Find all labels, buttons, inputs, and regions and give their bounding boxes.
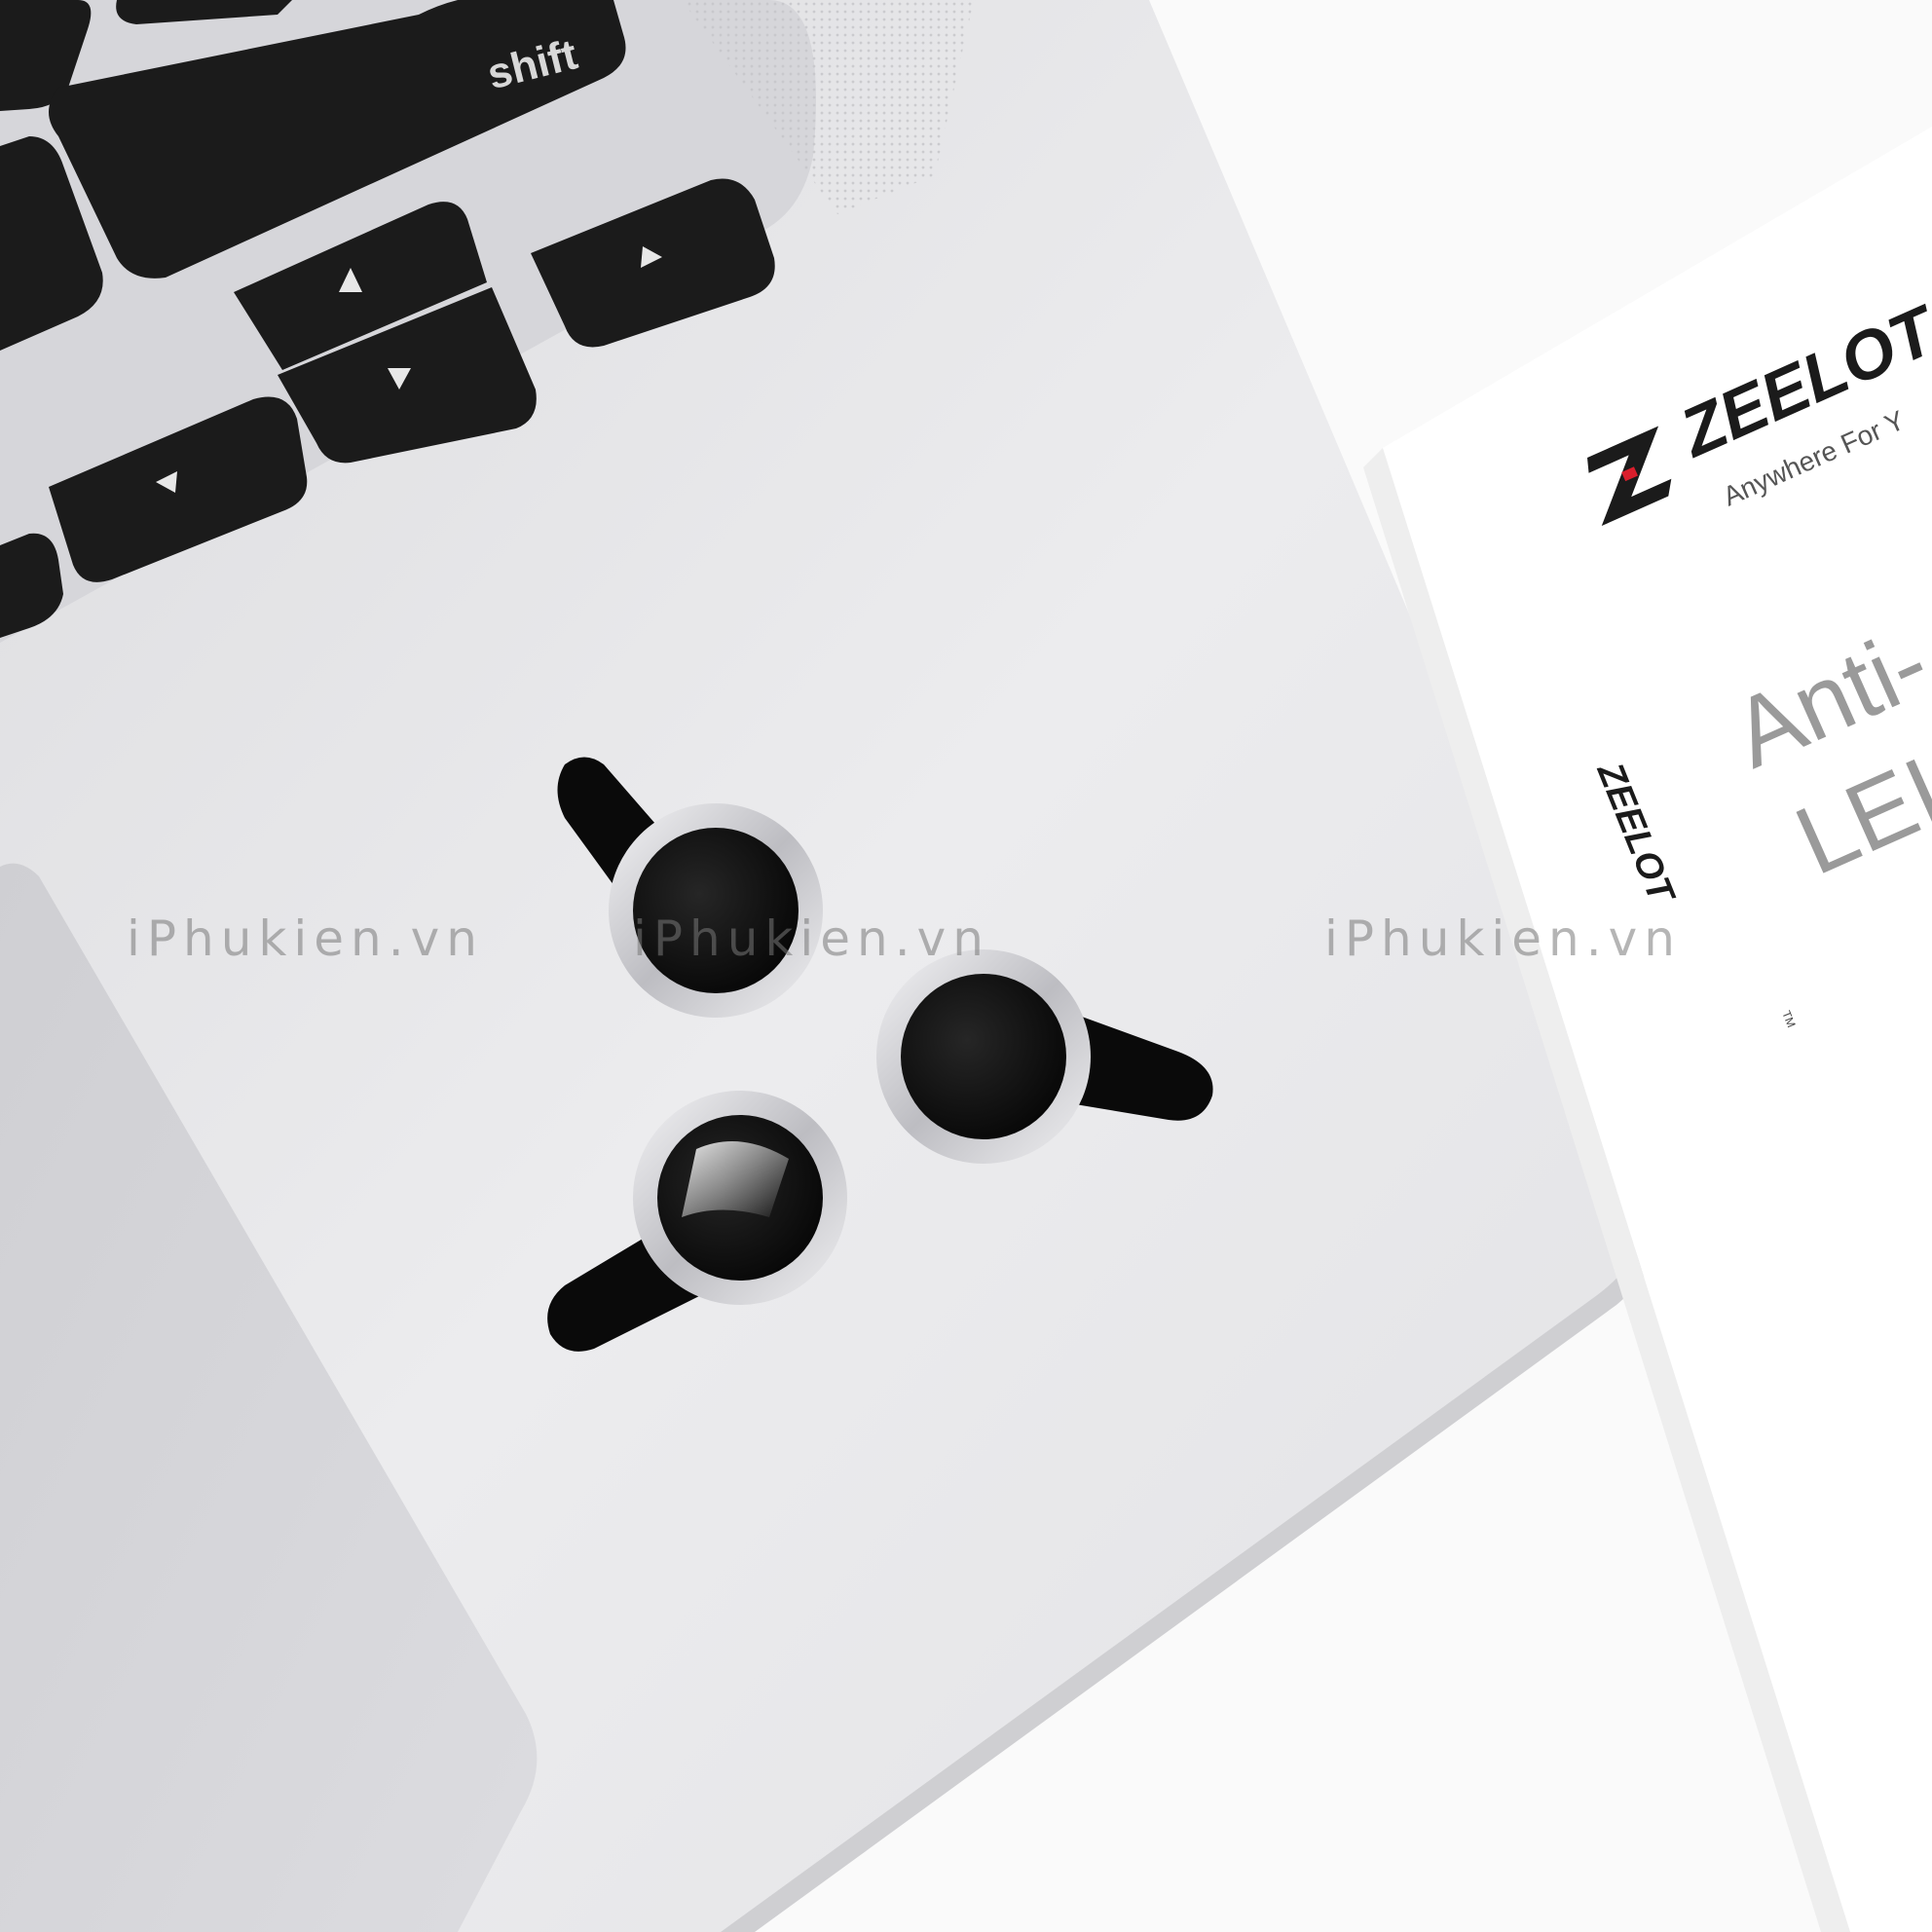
lens-glass: [901, 974, 1066, 1139]
watermark: iPhukien.vn: [127, 910, 484, 967]
watermark: iPhukien.vn: [1324, 910, 1682, 967]
watermark: iPhukien.vn: [633, 910, 990, 967]
lens-reflection: [682, 1141, 789, 1217]
